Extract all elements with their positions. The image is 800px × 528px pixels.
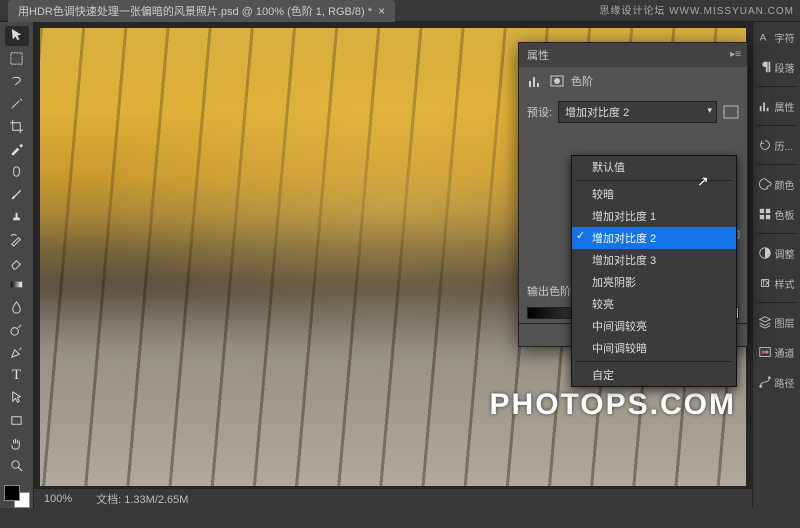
panel-label: 路径 xyxy=(775,375,795,390)
clone-stamp-tool[interactable] xyxy=(5,207,29,227)
panel-label: 颜色 xyxy=(775,177,795,192)
panel-toggle-levels[interactable]: 属性 xyxy=(755,93,799,119)
panel-toggle-layers[interactable]: 图层 xyxy=(755,309,799,335)
rectangle-tool[interactable] xyxy=(5,411,29,431)
levels-icon xyxy=(527,73,543,89)
history-brush-tool[interactable] xyxy=(5,230,29,250)
panel-toggle-type-a[interactable]: A 字符 xyxy=(755,24,799,50)
preset-option[interactable]: 中间调较暗 xyxy=(572,337,736,359)
watermark-header: 思缘设计论坛 WWW.MISSYUAN.COM xyxy=(599,2,794,17)
panel-toggle-history[interactable]: 历... xyxy=(755,132,799,158)
path-select-tool[interactable] xyxy=(5,388,29,408)
panel-label: 图层 xyxy=(775,315,795,330)
gradient-tool[interactable] xyxy=(5,275,29,295)
hand-tool[interactable] xyxy=(5,433,29,453)
properties-panel: 属性 ▸≡ 色阶 预设: 增加对比度 2 ▾ 默认值较暗增加对比度 1增加对比度… xyxy=(518,42,748,347)
preset-option[interactable]: 较亮 xyxy=(572,293,736,315)
panel-label: 调整 xyxy=(775,246,795,261)
preset-dropdown: 默认值较暗增加对比度 1增加对比度 2增加对比度 3加亮阴影较亮中间调较亮中间调… xyxy=(571,155,737,387)
flyout-menu-icon[interactable]: ▸≡ xyxy=(730,49,741,60)
panel-toggle-paragraph[interactable]: 段落 xyxy=(755,54,799,80)
toolbox: T xyxy=(0,22,34,508)
auto-icon[interactable] xyxy=(723,105,739,119)
brush-tool[interactable] xyxy=(5,184,29,204)
panel-toggle-palette[interactable]: 颜色 xyxy=(755,171,799,197)
rect-marquee-tool[interactable] xyxy=(5,49,29,69)
paths-icon xyxy=(758,375,772,389)
panel-label: 通道 xyxy=(775,345,795,360)
paragraph-icon xyxy=(758,60,772,74)
lasso-tool[interactable] xyxy=(5,71,29,91)
zoom-tool[interactable] xyxy=(5,456,29,476)
dodge-tool[interactable] xyxy=(5,320,29,340)
history-icon xyxy=(758,138,772,152)
type-tool[interactable]: T xyxy=(5,365,29,385)
document-tab[interactable]: 用HDR色调快速处理一张偏暗的风景照片.psd @ 100% (色阶 1, RG… xyxy=(8,0,395,22)
output-label: 输出色阶: xyxy=(527,283,574,299)
pen-tool[interactable] xyxy=(5,343,29,363)
preset-option[interactable]: 默认值 xyxy=(572,156,736,178)
magic-wand-tool[interactable] xyxy=(5,94,29,114)
eyedropper-tool[interactable] xyxy=(5,139,29,159)
blur-tool[interactable] xyxy=(5,298,29,318)
tab-title: 用HDR色调快速处理一张偏暗的风景照片.psd @ 100% (色阶 1, RG… xyxy=(18,3,372,19)
preset-option[interactable]: 增加对比度 2 xyxy=(572,227,736,249)
cursor-icon: ↖ xyxy=(697,173,709,190)
eraser-tool[interactable] xyxy=(5,252,29,272)
panel-toggle-swatches[interactable]: 色板 xyxy=(755,201,799,227)
preset-select[interactable]: 增加对比度 2 ▾ xyxy=(558,101,717,123)
doc-size: 文档: 1.33M/2.65M xyxy=(96,491,188,507)
panel-dock: A 字符段落属性历... 颜色色板调整 fx 样式图层通道路径 xyxy=(752,22,800,508)
styles-icon: fx xyxy=(758,276,772,290)
palette-icon xyxy=(758,177,772,191)
panel-label: 色板 xyxy=(775,207,795,222)
preset-option[interactable]: 加亮阴影 xyxy=(572,271,736,293)
panel-label: 字符 xyxy=(775,30,795,45)
preset-value: 增加对比度 2 xyxy=(565,107,629,119)
preset-option[interactable]: 较暗 xyxy=(572,183,736,205)
preset-option[interactable]: 自定 xyxy=(572,364,736,386)
crop-tool[interactable] xyxy=(5,117,29,137)
mask-icon xyxy=(549,73,565,89)
preset-option[interactable]: 增加对比度 1 xyxy=(572,205,736,227)
adjust-icon xyxy=(758,246,772,260)
panel-label: 段落 xyxy=(775,60,795,75)
swatches-icon xyxy=(758,207,772,221)
adjustment-type: 色阶 xyxy=(571,73,593,89)
preset-label: 预设: xyxy=(527,104,552,120)
panel-label: 历... xyxy=(775,138,793,153)
color-swatch[interactable] xyxy=(4,485,30,509)
panel-title: 属性 xyxy=(527,47,549,63)
preset-option[interactable]: 中间调较亮 xyxy=(572,315,736,337)
move-tool[interactable] xyxy=(5,26,29,46)
panel-toggle-adjust[interactable]: 调整 xyxy=(755,240,799,266)
panel-label: 样式 xyxy=(775,276,795,291)
panel-toggle-channels[interactable]: 通道 xyxy=(755,339,799,365)
panel-label: 属性 xyxy=(775,99,795,114)
healing-brush-tool[interactable] xyxy=(5,162,29,182)
zoom-level[interactable]: 100% xyxy=(44,493,72,505)
status-bar: 100% 文档: 1.33M/2.65M xyxy=(34,488,752,508)
panel-toggle-paths[interactable]: 路径 xyxy=(755,369,799,395)
close-icon[interactable]: × xyxy=(378,4,385,18)
svg-text:A: A xyxy=(759,33,766,44)
layers-icon xyxy=(758,315,772,329)
chevron-down-icon: ▾ xyxy=(707,105,712,116)
levels-icon xyxy=(758,99,772,113)
channels-icon xyxy=(758,345,772,359)
type-a-icon: A xyxy=(758,30,772,44)
svg-text:fx: fx xyxy=(762,278,770,289)
preset-option[interactable]: 增加对比度 3 xyxy=(572,249,736,271)
panel-toggle-styles[interactable]: fx 样式 xyxy=(755,270,799,296)
